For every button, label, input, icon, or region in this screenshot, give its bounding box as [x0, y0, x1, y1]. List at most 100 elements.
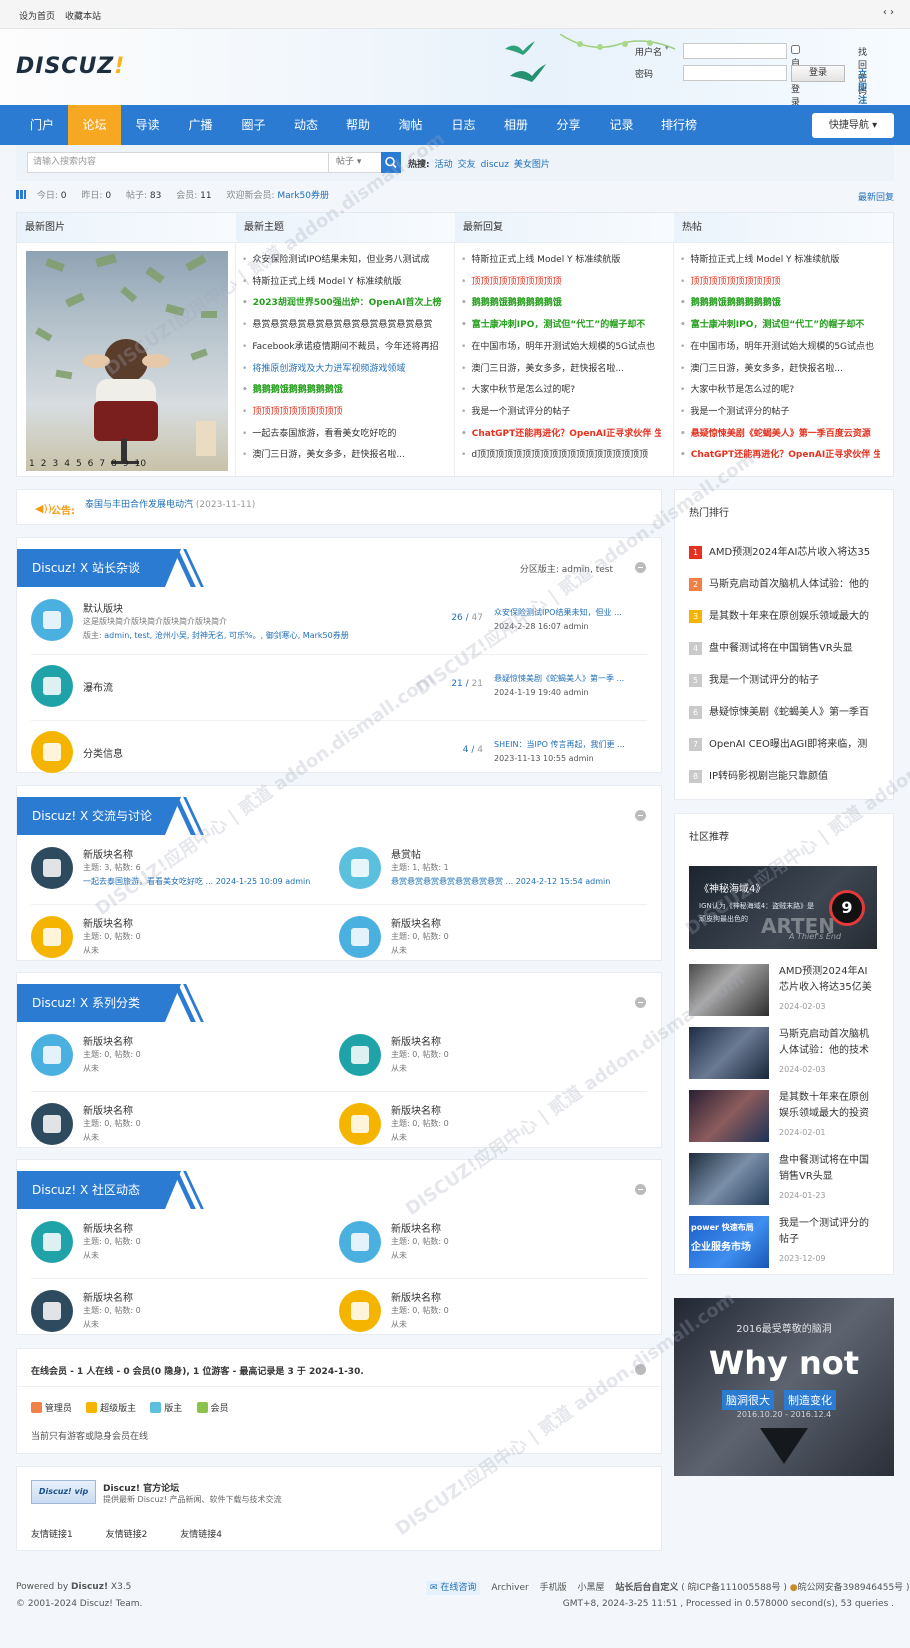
ranking-item[interactable]: 6 悬疑惊悚美剧《蛇蝎美人》第一季百: [689, 703, 872, 719]
collapse-icon[interactable]: [635, 562, 646, 573]
section-title[interactable]: Discuz! X 系列分类: [17, 984, 204, 1022]
pager-10[interactable]: 10: [135, 459, 146, 469]
hot-search-link[interactable]: discuz: [481, 160, 509, 170]
recommend-title[interactable]: AMD预测2024年AI芯片收入将达35亿美: [779, 964, 875, 996]
nav-item-portal[interactable]: 门户: [16, 105, 68, 145]
pager-5[interactable]: 5: [76, 459, 82, 469]
topic-link[interactable]: 2023胡润世界500强出炉：OpenAI首次上榜: [242, 295, 442, 309]
topic-link[interactable]: 澳门三日游，美女多多，赶快报名啦...: [242, 447, 442, 461]
topic-link[interactable]: 特斯拉正式上线 Model Y 标准续航版: [242, 274, 442, 288]
forum-name[interactable]: 新版块名称: [391, 1033, 441, 1048]
nav-item-broadcast[interactable]: 广播: [174, 105, 227, 145]
hot-search-link[interactable]: 美女图片: [514, 160, 550, 170]
forum-name[interactable]: 新版块名称: [83, 1289, 133, 1304]
friend-link[interactable]: 友情链接4: [180, 1530, 222, 1540]
search-type-select[interactable]: 帖子 ▾: [329, 152, 384, 173]
quick-nav-button[interactable]: 快捷导航 ▾: [812, 113, 894, 138]
topic-link[interactable]: Facebook承诺疫情期间不裁员，今年还将再招: [242, 339, 442, 353]
topic-link[interactable]: 大家中秋节是怎么过的呢?: [680, 382, 880, 396]
topic-link[interactable]: 鹅鹅鹅饿鹅鹅鹅鹅鹅饿: [461, 295, 661, 309]
mobile-link[interactable]: 手机版: [540, 1583, 567, 1593]
topic-link[interactable]: 顶顶顶顶顶顶顶顶顶顶: [680, 274, 880, 288]
nav-item-group[interactable]: 圈子: [227, 105, 280, 145]
ranking-item[interactable]: 3 是其数十年来在原创娱乐领域最大的: [689, 607, 872, 623]
pager-4[interactable]: 4: [64, 459, 70, 469]
recommend-title[interactable]: 马斯克启动首次脑机人体试验：他的技术: [779, 1027, 875, 1059]
recommend-banner[interactable]: 《神秘海域4》 IGN认为《神秘海域4：盗贼末路》是顽皮狗最出色的 ARTEN …: [689, 866, 877, 949]
recommend-item[interactable]: 是其数十年来在原创娱乐领域最大的投资 2024-02-01: [689, 1090, 875, 1142]
topic-link[interactable]: 顶顶顶顶顶顶顶顶顶顶: [242, 404, 442, 418]
nav-item-ranking[interactable]: 排行榜: [648, 105, 710, 145]
recommend-thumbnail[interactable]: [689, 1090, 769, 1142]
topic-link[interactable]: 我是一个测试评分的帖子: [680, 404, 880, 418]
nav-item-share[interactable]: 分享: [542, 105, 595, 145]
topic-link[interactable]: 富士康冲刺IPO，测试但“代工”的帽子却不: [680, 317, 880, 331]
password-input[interactable]: [683, 65, 787, 81]
topic-link[interactable]: 特斯拉正式上线 Model Y 标准续航版: [461, 252, 661, 266]
collapse-icon[interactable]: [635, 1364, 646, 1375]
nav-item-blog[interactable]: 日志: [437, 105, 490, 145]
site-logo[interactable]: DISCUZ!: [16, 54, 125, 79]
topic-link[interactable]: 大家中秋节是怎么过的呢?: [461, 382, 661, 396]
nav-item-album[interactable]: 相册: [490, 105, 542, 145]
latest-reply-link[interactable]: 最新回复: [858, 190, 894, 203]
collapse-icon[interactable]: [635, 1184, 646, 1195]
recommend-thumbnail[interactable]: [689, 964, 769, 1016]
forum-name[interactable]: 新版块名称: [83, 915, 133, 930]
blacklist-link[interactable]: 小黑屋: [577, 1583, 604, 1593]
online-consult-button[interactable]: ✉ 在线咨询: [426, 1581, 481, 1595]
pager-3[interactable]: 3: [52, 459, 58, 469]
police-link[interactable]: 皖公网安备398946455号 ): [798, 1583, 910, 1593]
topic-link[interactable]: 在中国市场，明年开测试始大规模的5G试点也: [461, 339, 661, 353]
topic-link[interactable]: 悬疑惊悚美剧《蛇蝎美人》第一季百度云资源: [680, 426, 880, 440]
topic-link[interactable]: 鹅鹅鹅饿鹅鹅鹅鹅鹅饿: [242, 382, 442, 396]
nav-item-forum[interactable]: 论坛: [68, 105, 121, 145]
recommend-title[interactable]: 是其数十年来在原创娱乐领域最大的投资: [779, 1090, 875, 1122]
topic-link[interactable]: 富士康冲刺IPO，测试但“代工”的帽子却不: [461, 317, 661, 331]
forum-name[interactable]: 悬赏帖: [391, 846, 421, 861]
last-post-link[interactable]: 悬疑惊悚美剧《蛇蝎美人》第一季 ...: [494, 671, 624, 686]
recommend-thumbnail[interactable]: [689, 1027, 769, 1079]
ranking-item[interactable]: 7 OpenAI CEO曝出AGI即将来临，测: [689, 735, 872, 751]
forum-name[interactable]: 新版块名称: [83, 1220, 133, 1235]
topic-link[interactable]: 我是一个测试评分的帖子: [461, 404, 661, 418]
forum-name[interactable]: 分类信息: [83, 745, 123, 760]
section-title[interactable]: Discuz! X 社区动态: [17, 1171, 204, 1209]
topic-link[interactable]: 将推原创游戏及大力进军视频游戏领域: [242, 361, 442, 375]
discuz-link[interactable]: Discuz!: [71, 1582, 108, 1592]
recommend-title[interactable]: 我是一个测试评分的帖子: [779, 1216, 875, 1248]
nav-item-guide[interactable]: 导读: [121, 105, 174, 145]
login-button[interactable]: 登录: [791, 65, 845, 82]
friend-link[interactable]: 友情链接2: [106, 1530, 148, 1540]
section-title[interactable]: Discuz! X 交流与讨论: [17, 797, 204, 835]
nav-item-feed[interactable]: 动态: [280, 105, 332, 145]
forum-name[interactable]: 新版块名称: [391, 1220, 441, 1235]
nav-item-collection[interactable]: 淘帖: [384, 105, 437, 145]
new-member-link[interactable]: Mark50券册: [277, 191, 329, 201]
collapse-icon[interactable]: [635, 997, 646, 1008]
official-forum-link[interactable]: Discuz! 官方论坛: [103, 1481, 179, 1494]
slideshow-image[interactable]: 1 2 3 4 5 6 7 8 9 10: [26, 251, 228, 471]
topic-link[interactable]: 顶顶顶顶顶顶顶顶顶顶: [461, 274, 661, 288]
last-post[interactable]: 悬赏悬赏悬赏悬赏悬赏悬赏悬赏 ... 2024-2-12 15:54 admin: [391, 874, 636, 889]
ranking-item[interactable]: 4 盘中餐测试将在中国销售VR头显: [689, 639, 872, 655]
icp-link[interactable]: ( 皖ICP备111005588号 ): [681, 1583, 787, 1593]
username-input[interactable]: [683, 43, 787, 59]
pager-6[interactable]: 6: [88, 459, 94, 469]
topic-link[interactable]: ChatGPT还能再进化？OpenAI正寻求伙伴 生: [461, 426, 661, 440]
ranking-item[interactable]: 8 IP转码影视剧岂能只靠颜值: [689, 767, 872, 783]
search-button[interactable]: [381, 152, 401, 173]
recommend-item[interactable]: power 快速布局 企业服务市场 我是一个测试评分的帖子 2023-12-09: [689, 1216, 875, 1268]
forum-name[interactable]: 瀑布流: [83, 679, 113, 694]
search-input[interactable]: 请输入搜索内容: [27, 152, 329, 173]
topic-link[interactable]: 特斯拉正式上线 Model Y 标准续航版: [680, 252, 880, 266]
nav-item-help[interactable]: 帮助: [332, 105, 384, 145]
recommend-item[interactable]: 马斯克启动首次脑机人体试验：他的技术 2024-02-03: [689, 1027, 875, 1079]
forum-name[interactable]: 默认版块: [83, 600, 123, 615]
topic-link[interactable]: 澳门三日游，美女多多，赶快报名啦...: [680, 361, 880, 375]
recommend-thumbnail[interactable]: [689, 1153, 769, 1205]
recommend-item[interactable]: AMD预测2024年AI芯片收入将达35亿美 2024-02-03: [689, 964, 875, 1016]
pager-7[interactable]: 7: [99, 459, 105, 469]
moderator-links[interactable]: admin, test, 沧州小吴, 封神无名, 可乐%。, 御剑寒心, Mar…: [104, 631, 348, 640]
topic-link[interactable]: 悬赏悬赏悬赏悬赏悬赏悬赏悬赏悬赏悬赏悬赏: [242, 317, 442, 331]
